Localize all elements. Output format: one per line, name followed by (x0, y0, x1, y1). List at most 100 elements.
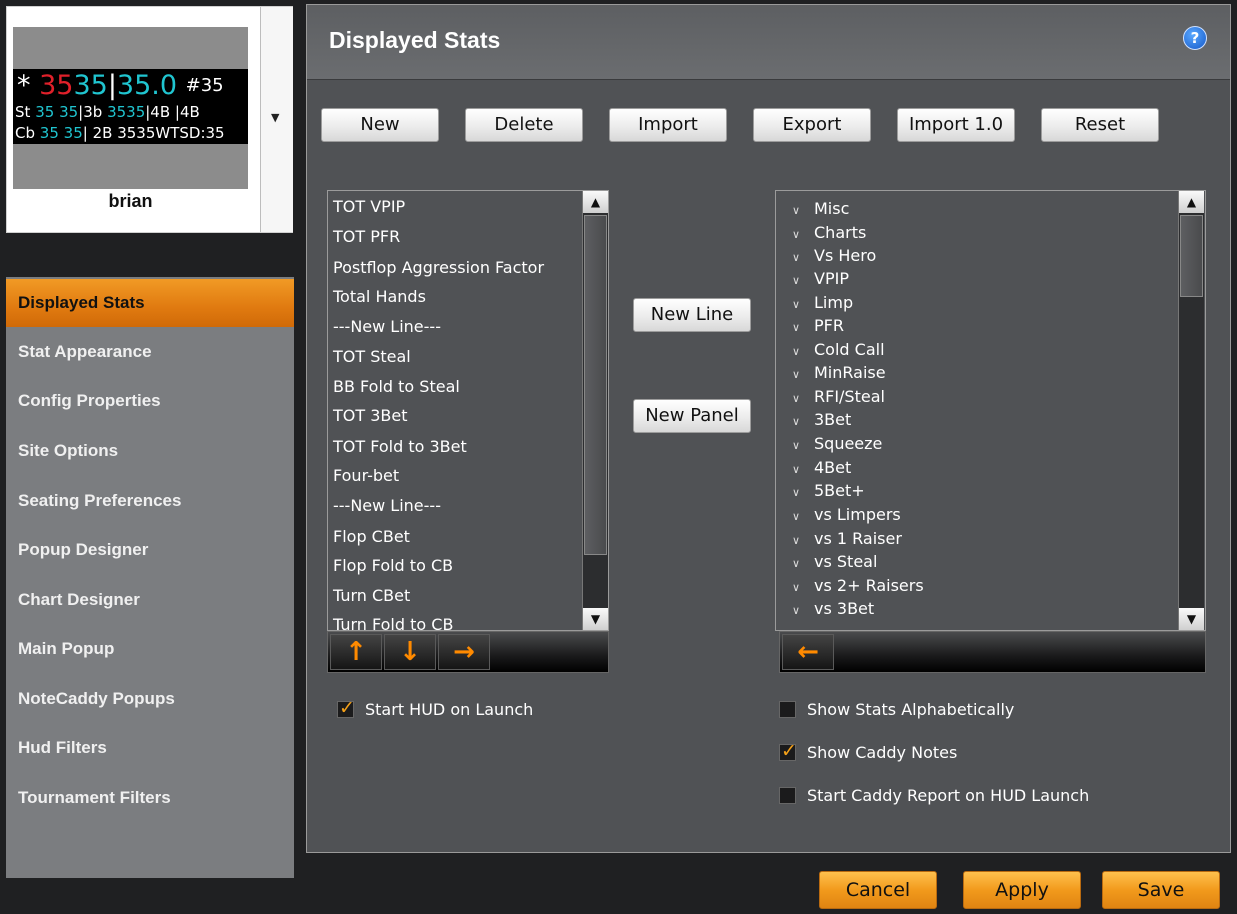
sidebar-item-tournament-filters[interactable]: Tournament Filters (6, 774, 294, 822)
chevron-down-icon[interactable]: ∨ (792, 439, 800, 452)
list-item[interactable]: TOT Fold to 3Bet (333, 437, 467, 456)
new-line-button[interactable]: New Line (633, 298, 751, 332)
hud-hands: #35 (185, 75, 224, 96)
checkbox[interactable]: ✓ (779, 740, 797, 762)
tree-item[interactable]: Misc (814, 199, 849, 218)
hud-text: |3b (78, 103, 103, 121)
checkbox[interactable] (779, 701, 796, 718)
displayed-stats-list[interactable]: TOT VPIP TOT PFR Postflop Aggression Fac… (327, 190, 609, 631)
hud-text: Cb (15, 124, 35, 142)
move-down-arrow-icon[interactable]: ↓ (384, 634, 436, 670)
sidebar-item-site-options[interactable]: Site Options (6, 427, 294, 475)
chevron-down-icon[interactable]: ∨ (792, 392, 800, 405)
chevron-down-icon[interactable]: ∨ (792, 345, 800, 358)
list-item[interactable]: TOT Steal (333, 347, 411, 366)
chevron-down-icon[interactable]: ∨ (792, 274, 800, 287)
available-stats-tree[interactable]: ∨ Misc ∨ Charts ∨ Vs Hero ∨ VPIP ∨ Limp ∨ PFR … (775, 190, 1206, 631)
chevron-down-icon[interactable]: ∨ (792, 463, 800, 476)
move-left-arrow-icon[interactable]: ← (782, 634, 834, 670)
sidebar-item-stat-appearance[interactable]: Stat Appearance (6, 328, 294, 376)
scrollbar[interactable]: ▲ ▼ (582, 191, 608, 630)
sidebar-item-main-popup[interactable]: Main Popup (6, 625, 294, 673)
sidebar-item-hud-filters[interactable]: Hud Filters (6, 724, 294, 772)
profile-dropdown-button[interactable]: ▼ (260, 7, 293, 232)
new-panel-button[interactable]: New Panel (633, 399, 751, 433)
list-item[interactable]: TOT 3Bet (333, 406, 408, 425)
sidebar-item-chart-designer[interactable]: Chart Designer (6, 576, 294, 624)
import-button[interactable]: Import (609, 108, 727, 142)
list-item[interactable]: Turn CBet (333, 586, 410, 605)
sidebar-item-popup-designer[interactable]: Popup Designer (6, 526, 294, 574)
scroll-down-icon[interactable]: ▼ (583, 608, 608, 630)
list-item[interactable]: Total Hands (333, 287, 426, 306)
checkbox[interactable]: ✓ (337, 697, 355, 719)
chevron-down-icon[interactable]: ∨ (792, 534, 800, 547)
checkbox[interactable] (779, 787, 796, 804)
list-item[interactable]: TOT PFR (333, 227, 400, 246)
list-item[interactable]: Four-bet (333, 466, 399, 485)
list-item[interactable]: Turn Fold to CB (333, 615, 453, 630)
sidebar-item-config-properties[interactable]: Config Properties (6, 377, 294, 425)
scroll-down-icon[interactable]: ▼ (1179, 608, 1204, 630)
help-icon[interactable]: ? (1183, 26, 1207, 50)
tree-item[interactable]: 3Bet (814, 410, 851, 429)
tree-item[interactable]: vs 3Bet (814, 599, 874, 618)
scroll-thumb[interactable] (584, 215, 607, 555)
new-button[interactable]: New (321, 108, 439, 142)
profile-card[interactable]: * 3535|35.0 #35 St 35 35|3b 3535|4B |4B … (6, 6, 293, 233)
tree-item[interactable]: Squeeze (814, 434, 882, 453)
tree-item[interactable]: VPIP (814, 269, 849, 288)
save-button[interactable]: Save (1102, 871, 1220, 909)
list-item[interactable]: ---New Line--- (333, 317, 441, 336)
tree-item[interactable]: vs 2+ Raisers (814, 576, 924, 595)
chevron-down-icon[interactable]: ∨ (792, 557, 800, 570)
scrollbar[interactable]: ▲ ▼ (1178, 191, 1204, 630)
list-item[interactable]: Flop CBet (333, 527, 410, 546)
tree-item[interactable]: Cold Call (814, 340, 885, 359)
tree-item[interactable]: vs Steal (814, 552, 877, 571)
tree-item[interactable]: MinRaise (814, 363, 886, 382)
reset-button[interactable]: Reset (1041, 108, 1159, 142)
chevron-down-icon[interactable]: ∨ (792, 581, 800, 594)
tree-item[interactable]: vs Limpers (814, 505, 901, 524)
chevron-down-icon[interactable]: ∨ (792, 486, 800, 499)
move-up-arrow-icon[interactable]: ↑ (330, 634, 382, 670)
sidebar-item-seating-preferences[interactable]: Seating Preferences (6, 477, 294, 525)
tree-item[interactable]: RFI/Steal (814, 387, 885, 406)
chevron-down-icon[interactable]: ∨ (792, 251, 800, 264)
delete-button[interactable]: Delete (465, 108, 583, 142)
chevron-down-icon[interactable]: ∨ (792, 368, 800, 381)
hud-text: St (15, 103, 31, 121)
list-item[interactable]: Postflop Aggression Factor (333, 258, 544, 277)
move-right-arrow-icon[interactable]: → (438, 634, 490, 670)
import-1-0-button[interactable]: Import 1.0 (897, 108, 1015, 142)
tree-item[interactable]: Charts (814, 223, 866, 242)
sidebar-item-notecaddy-popups[interactable]: NoteCaddy Popups (6, 675, 294, 723)
tree-item[interactable]: Limp (814, 293, 853, 312)
cancel-button[interactable]: Cancel (819, 871, 937, 909)
tree-item[interactable]: vs 1 Raiser (814, 529, 902, 548)
chevron-down-icon[interactable]: ∨ (792, 510, 800, 523)
chevron-down-icon[interactable]: ∨ (792, 298, 800, 311)
scroll-up-icon[interactable]: ▲ (1179, 191, 1204, 213)
chevron-down-icon[interactable]: ∨ (792, 604, 800, 617)
tree-item[interactable]: Vs Hero (814, 246, 876, 265)
export-button[interactable]: Export (753, 108, 871, 142)
chevron-down-icon[interactable]: ∨ (792, 321, 800, 334)
chevron-down-icon[interactable]: ∨ (792, 228, 800, 241)
tree-item[interactable]: PFR (814, 316, 844, 335)
scroll-thumb[interactable] (1180, 215, 1203, 297)
chevron-down-icon[interactable]: ∨ (792, 204, 800, 217)
list-item[interactable]: BB Fold to Steal (333, 377, 460, 396)
apply-button[interactable]: Apply (963, 871, 1081, 909)
hud-text: * (17, 70, 31, 101)
list-item[interactable]: TOT VPIP (333, 197, 405, 216)
tree-item[interactable]: 4Bet (814, 458, 851, 477)
scroll-up-icon[interactable]: ▲ (583, 191, 608, 213)
list-item[interactable]: Flop Fold to CB (333, 556, 453, 575)
list-item[interactable]: ---New Line--- (333, 496, 441, 515)
tree-item[interactable]: 5Bet+ (814, 481, 865, 500)
chevron-down-icon[interactable]: ∨ (792, 415, 800, 428)
hud-text: WTSD:35 (155, 124, 225, 142)
sidebar-item-displayed-stats[interactable]: Displayed Stats (6, 279, 294, 327)
